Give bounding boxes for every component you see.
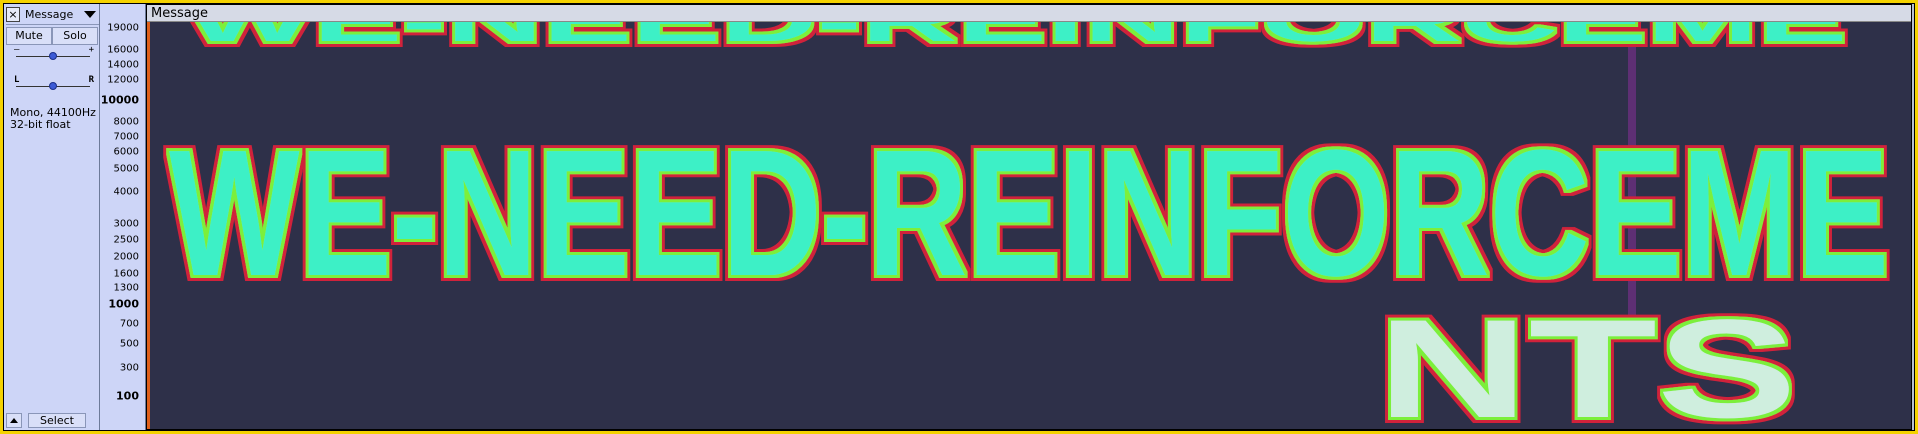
ruler-tick-19000: 19000 (107, 22, 139, 34)
ruler-tick-8000: 8000 (113, 116, 139, 128)
ruler-tick-3000: 3000 (113, 218, 139, 230)
ruler-tick-16000: 16000 (107, 44, 139, 56)
gain-slider[interactable]: – + (12, 45, 94, 64)
ruler-tick-5000: 5000 (113, 163, 139, 175)
pan-right-label: R (88, 75, 94, 85)
track-footer: Select (6, 412, 98, 428)
pan-left-label: L (14, 75, 20, 85)
solo-button[interactable]: Solo (52, 27, 98, 45)
ruler-tick-2000: 2000 (113, 251, 139, 263)
ruler-tick-12000: 12000 (107, 74, 139, 86)
ruler-tick-10000: 10000 (100, 93, 139, 107)
format-bitdepth: 32-bit float (10, 118, 71, 131)
ruler-tick-7000: 7000 (113, 131, 139, 143)
gain-plus-label: + (88, 45, 94, 55)
ruler-tick-2500: 2500 (113, 234, 139, 246)
pan-slider[interactable]: L R (12, 75, 94, 94)
close-track-button[interactable]: × (6, 7, 20, 22)
mute-button[interactable]: Mute (6, 27, 52, 45)
track-menu-dropdown-icon[interactable] (84, 11, 96, 18)
ruler-tick-14000: 14000 (107, 59, 139, 71)
ruler-tick-4000: 4000 (113, 186, 139, 198)
mute-solo-row: Mute Solo (6, 27, 98, 45)
ruler-tick-1300: 1300 (113, 282, 139, 294)
gain-slider-thumb[interactable] (49, 52, 57, 60)
clip-title-bar[interactable]: Message (147, 5, 1911, 22)
collapse-track-button[interactable] (6, 412, 22, 428)
gain-minus-label: – (14, 45, 20, 55)
ruler-tick-6000: 6000 (113, 146, 139, 158)
spectrogram-text-bottom: NTS (1377, 290, 1797, 430)
ruler-tick-700: 700 (119, 318, 139, 330)
ruler-tick-300: 300 (119, 362, 139, 374)
track-name-label[interactable]: Message (25, 8, 84, 21)
ruler-tick-500: 500 (119, 338, 139, 350)
select-track-button[interactable]: Select (28, 412, 86, 428)
spectrogram-text-main: WE-NEED-REINFORCEME (169, 113, 1889, 314)
clip-left-edge (147, 5, 150, 429)
track-header: × Message (6, 5, 99, 25)
spectrogram-view[interactable]: WE-NEED-REINFORCEME WE-NEED-REINFORCEME … (147, 5, 1912, 430)
track-format-info: Mono, 44100Hz 32-bit float (10, 107, 96, 131)
track-control-panel: × Message Mute Solo – + L R Mono, 44100H… (4, 4, 100, 430)
ruler-tick-1000: 1000 (108, 297, 139, 311)
frequency-ruler[interactable]: 19000 16000 14000 12000 10000 8000 7000 6000 500… (100, 4, 146, 430)
spectrogram-clip[interactable]: WE-NEED-REINFORCEME WE-NEED-REINFORCEME … (146, 4, 1912, 430)
ruler-tick-1600: 1600 (113, 268, 139, 280)
ruler-tick-100: 100 (116, 389, 139, 403)
pan-slider-thumb[interactable] (49, 82, 57, 90)
